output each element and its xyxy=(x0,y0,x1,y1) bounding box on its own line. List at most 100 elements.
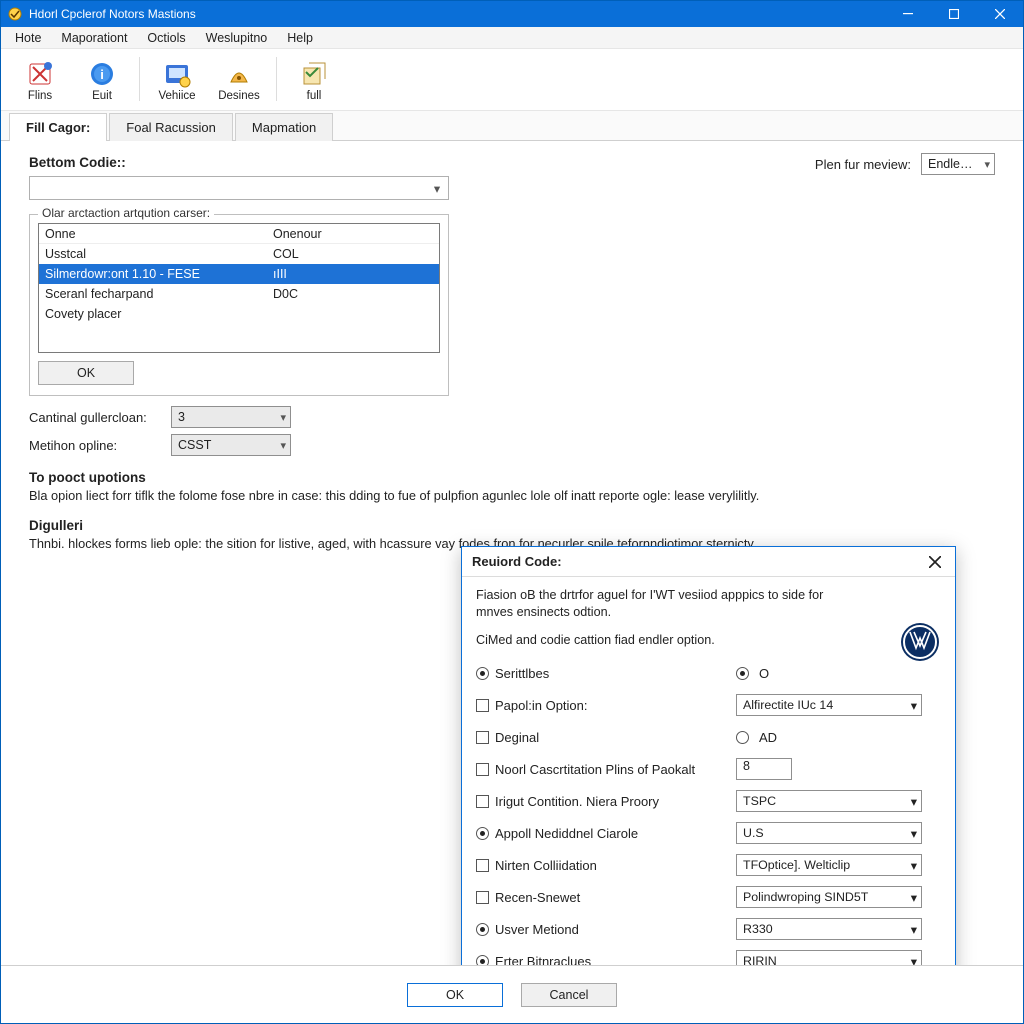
option-input[interactable]: 8 xyxy=(736,758,792,780)
option-label: O xyxy=(759,666,769,681)
option-select[interactable]: TSPC▾ xyxy=(736,790,922,812)
window-minimize-button[interactable] xyxy=(885,1,931,27)
option-label: Recen-Snewet xyxy=(495,890,580,905)
toolbar-label: full xyxy=(307,90,322,102)
option-select[interactable]: U.S ▾ xyxy=(736,822,922,844)
plan-select[interactable]: Endle… ▾ xyxy=(921,153,995,175)
tab-foal-racussion[interactable]: Foal Racussion xyxy=(109,113,233,141)
checkbox[interactable] xyxy=(476,859,489,872)
list-header-col2: Onenour xyxy=(269,227,439,241)
list-item[interactable]: Silmerdowr:ont 1.10 - FESEıIII xyxy=(39,264,439,284)
footer-cancel-button[interactable]: Cancel xyxy=(521,983,617,1007)
list-item[interactable]: UsstcalCOL xyxy=(39,244,439,264)
radio-button[interactable] xyxy=(476,923,489,936)
chevron-down-icon: ▾ xyxy=(430,181,444,196)
bettom-combo[interactable]: ▾ xyxy=(29,176,449,200)
tab-fill-cagor[interactable]: Fill Cagor: xyxy=(9,113,107,141)
chevron-down-icon: ▾ xyxy=(911,858,917,873)
dialog-option-row: Noorl Cascrtitation Plins of Paokalt8 xyxy=(476,753,941,785)
metihon-select[interactable]: CSST ▾ xyxy=(171,434,291,456)
menubar-item[interactable]: Octiols xyxy=(139,29,193,47)
chevron-down-icon: ▾ xyxy=(280,439,286,452)
olar-fieldset: Olar arctaction artqution carser: Onne O… xyxy=(29,214,449,396)
option-select-value: TFOptice]. Welticlip xyxy=(743,858,850,872)
option-select[interactable]: TFOptice]. Welticlip ▾ xyxy=(736,854,922,876)
toolbar-flins-button[interactable]: Flins xyxy=(9,53,71,109)
dialog-titlebar: Reuiord Code: xyxy=(462,547,955,577)
dialog-option-row: Erter BitnracluesRIRIN▾ xyxy=(476,945,941,965)
option-label: Nirten Colliidation xyxy=(495,858,597,873)
radio-button[interactable] xyxy=(476,955,489,966)
tab-mapmation[interactable]: Mapmation xyxy=(235,113,333,141)
digulleri-heading: Digulleri xyxy=(29,518,1005,533)
option-select-value: Polindwroping SIND5T xyxy=(743,890,868,904)
list-item[interactable]: Sceranl fecharpandD0C xyxy=(39,284,439,304)
fieldset-ok-button[interactable]: OK xyxy=(38,361,134,385)
metihon-value: CSST xyxy=(178,438,211,452)
checkbox[interactable] xyxy=(476,699,489,712)
dialog-close-button[interactable] xyxy=(925,552,945,572)
window-close-button[interactable] xyxy=(977,1,1023,27)
metihon-row: Metihon opline: CSST ▾ xyxy=(29,434,1005,456)
menubar-item[interactable]: Weslupitno xyxy=(198,29,276,47)
chevron-down-icon: ▾ xyxy=(911,922,917,937)
option-select-value: U.S xyxy=(743,826,764,840)
footer-ok-button[interactable]: OK xyxy=(407,983,503,1007)
metihon-label: Metihon opline: xyxy=(29,438,159,453)
toolbar-vehicle-button[interactable]: Vehiice xyxy=(146,53,208,109)
reuiord-dialog: Reuiord Code: Fiasion oB the drtrfor agu… xyxy=(461,546,956,965)
option-select[interactable]: R330▾ xyxy=(736,918,922,940)
toolbar: Flins i Euit Vehiice Desines full xyxy=(1,49,1023,111)
chevron-down-icon: ▾ xyxy=(911,826,917,841)
option-select-value: RIRIN xyxy=(743,954,777,965)
dialog-option-row: SerittlbesO xyxy=(476,657,941,689)
dialog-intro: Fiasion oB the drtrfor aguel for I'WT ve… xyxy=(476,587,856,621)
chevron-down-icon: ▾ xyxy=(280,411,286,424)
toolbar-separator xyxy=(139,57,140,101)
pooct-text: Bla opion liect forr tiflk the folome fo… xyxy=(29,487,1005,504)
option-select[interactable]: RIRIN ▾ xyxy=(736,950,922,965)
option-label: Appoll Nediddnel Ciarole xyxy=(495,826,638,841)
list-item[interactable]: Covety placer xyxy=(39,304,439,324)
titlebar: Hdorl Cpclerof Notors Mastions xyxy=(1,1,1023,27)
option-label: Papol:in Option: xyxy=(495,698,588,713)
tabbar: Fill Cagor: Foal Racussion Mapmation xyxy=(1,111,1023,141)
vehicle-icon xyxy=(163,60,191,88)
toolbar-separator xyxy=(276,57,277,101)
dialog-options: SerittlbesO Papol:in Option: Alfirectite I… xyxy=(476,657,941,965)
toolbar-desines-button[interactable]: Desines xyxy=(208,53,270,109)
carser-listbox[interactable]: Onne Onenour UsstcalCOL Silmerdowr:ont 1… xyxy=(38,223,440,353)
option-select-value: Alfirectite IUc 14 xyxy=(743,698,833,712)
window-maximize-button[interactable] xyxy=(931,1,977,27)
checkbox[interactable] xyxy=(476,795,489,808)
dialog-title: Reuiord Code: xyxy=(472,554,562,569)
checkbox[interactable] xyxy=(476,763,489,776)
content-area: Plen fur meview: Endle… ▾ Bettom Codie::… xyxy=(1,141,1023,965)
plan-value: Endle… xyxy=(928,157,972,171)
dialog-option-row: Nirten Colliidation TFOptice]. Welticlip ▾ xyxy=(476,849,941,881)
toolbar-full-button[interactable]: full xyxy=(283,53,345,109)
radio-button[interactable] xyxy=(476,667,489,680)
cantinal-select[interactable]: 3 ▾ xyxy=(171,406,291,428)
checkbox[interactable] xyxy=(476,731,489,744)
checkbox[interactable] xyxy=(476,891,489,904)
chevron-down-icon: ▾ xyxy=(911,954,917,966)
menubar-item[interactable]: Hote xyxy=(7,29,49,47)
cantinal-value: 3 xyxy=(178,410,185,424)
menubar: Hote Maporationt Octiols Weslupitno Help xyxy=(1,27,1023,49)
radio-button[interactable] xyxy=(736,731,749,744)
menubar-item[interactable]: Help xyxy=(279,29,321,47)
toolbar-euit-button[interactable]: i Euit xyxy=(71,53,133,109)
dialog-option-row: Papol:in Option: Alfirectite IUc 14▾ xyxy=(476,689,941,721)
dialog-sublabel: CiMed and codie cattion fiad endler opti… xyxy=(476,633,941,647)
list-header-col1: Onne xyxy=(39,227,269,241)
radio-button[interactable] xyxy=(736,667,749,680)
option-select[interactable]: Polindwroping SIND5T▾ xyxy=(736,886,922,908)
radio-button[interactable] xyxy=(476,827,489,840)
fieldset-legend: Olar arctaction artqution carser: xyxy=(38,206,214,220)
menubar-item[interactable]: Maporationt xyxy=(53,29,135,47)
toolbar-label: Desines xyxy=(218,90,260,102)
option-select[interactable]: Alfirectite IUc 14▾ xyxy=(736,694,922,716)
dialog-option-row: Recen-Snewet Polindwroping SIND5T▾ xyxy=(476,881,941,913)
cantinal-label: Cantinal gullercloan: xyxy=(29,410,159,425)
